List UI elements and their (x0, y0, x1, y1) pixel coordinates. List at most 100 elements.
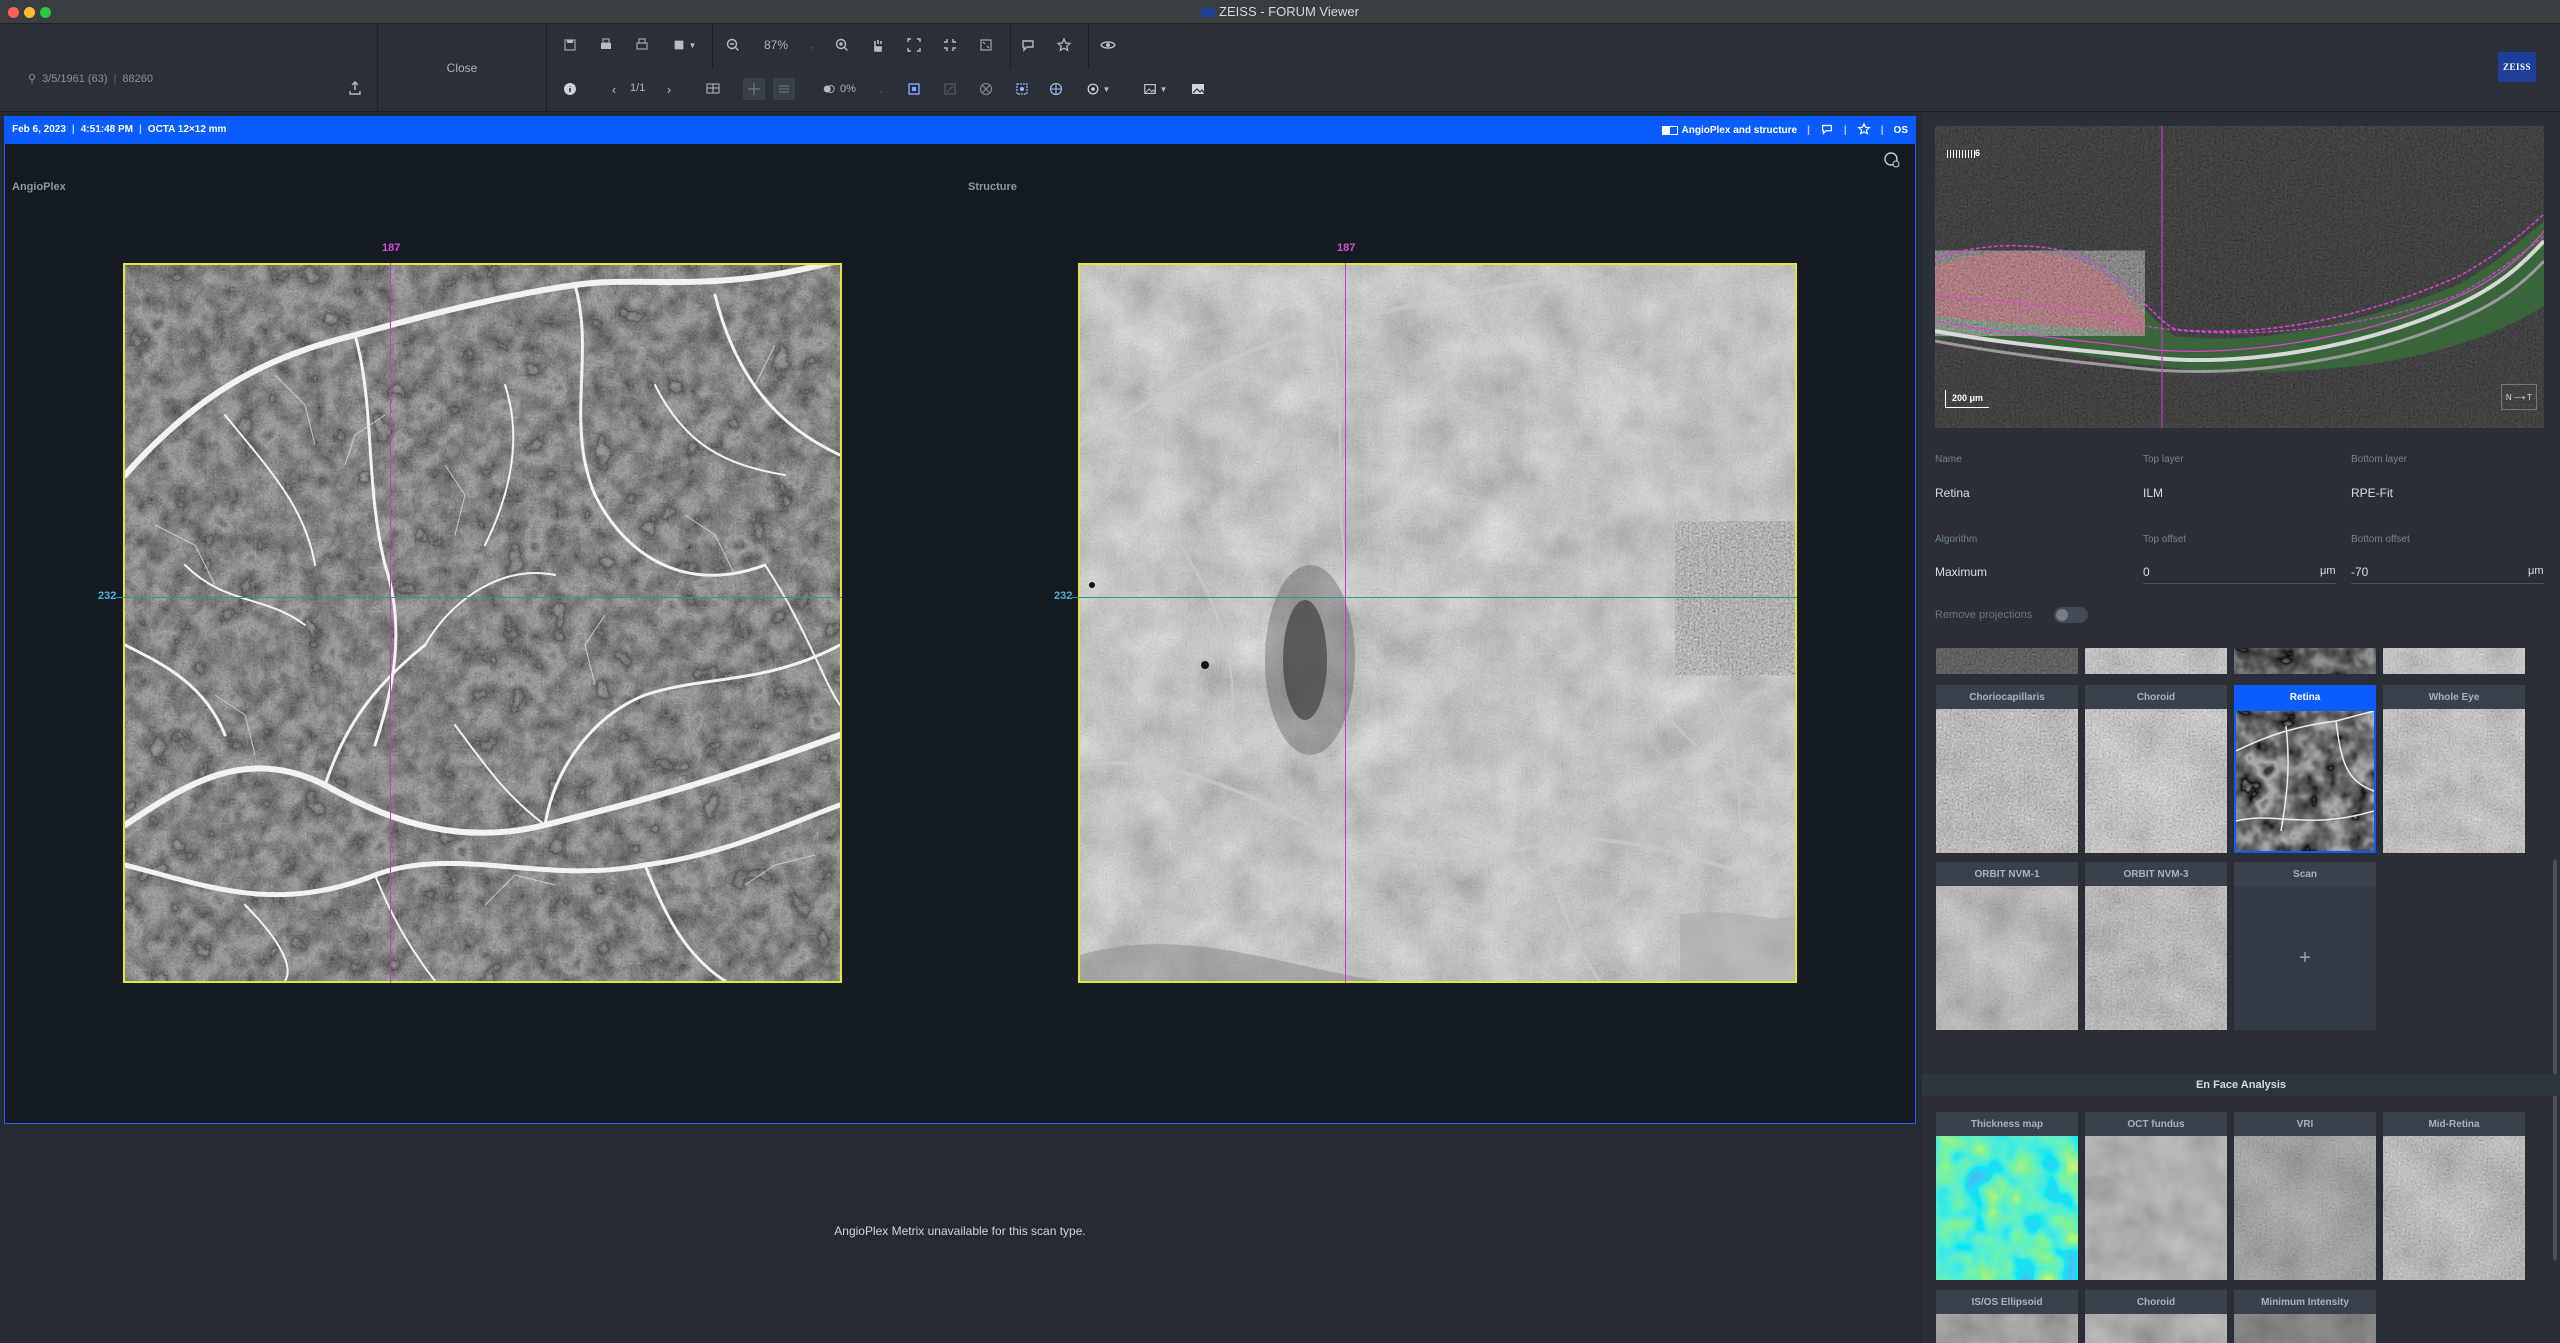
slab-thumbnail-partial[interactable] (1936, 648, 2078, 674)
image-export-icon[interactable] (1187, 78, 1209, 100)
arrow-right-icon: ⟶ (2513, 392, 2526, 402)
comment-icon[interactable] (1820, 122, 1834, 139)
top-offset-input[interactable]: 0 (2143, 565, 2150, 579)
enface-tile-oct-fundus[interactable]: OCT fundus (2085, 1112, 2227, 1280)
export-icon[interactable] (344, 77, 366, 99)
fovea-target-icon[interactable] (975, 78, 997, 100)
top-offset-unit: μm (2320, 565, 2336, 577)
slab-thumbnail-partial[interactable] (2234, 648, 2376, 674)
layout-label[interactable]: AngioPlex and structure (1682, 125, 1798, 136)
top-layer-select[interactable]: ILM (2143, 486, 2163, 500)
page-indicator: 1/1 (630, 82, 646, 94)
info-icon[interactable] (559, 78, 581, 100)
layout-grid-icon[interactable] (702, 78, 724, 100)
slab-tile-label: Whole Eye (2383, 685, 2525, 709)
remove-projections-toggle[interactable] (2054, 607, 2088, 623)
enface-tile-minimum-intensity[interactable]: Minimum Intensity (2234, 1290, 2376, 1343)
grid-overlay-icon[interactable] (1045, 78, 1067, 100)
slab-tile-scan[interactable]: Scan + (2234, 862, 2376, 1030)
algorithm-select[interactable]: Maximum (1935, 565, 1987, 579)
enface-tile-label: Minimum Intensity (2234, 1290, 2376, 1314)
print-preview-icon[interactable] (631, 34, 653, 56)
angioplex-vasculature (125, 265, 840, 981)
zoom-level[interactable]: 87% (760, 38, 792, 52)
structure-image[interactable] (1078, 263, 1797, 983)
slab-tile-label: Choroid (2085, 685, 2227, 709)
bscan-viewer[interactable]: 6 200 μm N ⟶ T (1935, 126, 2544, 428)
fit-to-window-icon[interactable] (903, 34, 925, 56)
region-select-icon[interactable] (1011, 78, 1033, 100)
right-panel-scrollbar[interactable] (2553, 860, 2557, 1260)
slab-tile-retina[interactable]: Retina (2234, 685, 2376, 853)
bottom-layer-field-label: Bottom layer (2351, 454, 2408, 465)
image-settings-dropdown[interactable]: ▼ (1138, 78, 1172, 100)
edit-segmentation-icon[interactable] (939, 78, 961, 100)
horizontal-crosshair[interactable] (1072, 597, 1797, 598)
vertical-crosshair[interactable] (390, 263, 391, 983)
x-coordinate-label: 187 (382, 242, 401, 254)
separator: | (138, 124, 142, 135)
actual-size-icon[interactable] (939, 34, 961, 56)
horizontal-crosshair[interactable] (116, 597, 842, 598)
next-page-icon[interactable]: › (658, 78, 680, 100)
slab-thumbnail-partial[interactable] (2383, 648, 2525, 674)
enface-tile-choroid[interactable]: Choroid (2085, 1290, 2227, 1343)
crosshair-tool-icon[interactable] (743, 78, 765, 100)
slab-tile-label: ORBIT NVM-3 (2085, 862, 2227, 886)
slab-tile-orbit-nvm-1[interactable]: ORBIT NVM-1 (1936, 862, 2078, 1030)
slab-tile-label: Retina (2234, 685, 2376, 709)
view-settings-icon[interactable] (1882, 150, 1902, 170)
bscan-slice-indicator: 6 (1947, 148, 1981, 158)
previous-page-icon[interactable]: ‹ (603, 78, 625, 100)
barcode-icon (1947, 149, 1975, 158)
fullscreen-icon[interactable] (975, 34, 997, 56)
etdrs-grid-dropdown[interactable]: ▼ (1080, 78, 1116, 100)
save-as-dropdown[interactable]: ▼ (667, 34, 701, 56)
enface-tile-is-os-ellipsoid[interactable]: IS/OS Ellipsoid (1936, 1290, 2078, 1343)
comment-icon[interactable] (1017, 34, 1039, 56)
slab-tile-orbit-nvm-3[interactable]: ORBIT NVM-3 (2085, 862, 2227, 1030)
bottom-layer-select[interactable]: RPE-Fit (2351, 486, 2393, 500)
zoom-in-icon[interactable] (831, 34, 853, 56)
bscan-scale-bar: 200 μm (1945, 390, 1989, 408)
patient-info: ⚲ 3/5/1961 (63) | 88260 (28, 72, 153, 86)
slab-tile-whole-eye[interactable]: Whole Eye (2383, 685, 2525, 853)
name-field-value[interactable]: Retina (1935, 486, 1970, 500)
name-field-label: Name (1935, 454, 1962, 465)
vertical-crosshair[interactable] (1345, 263, 1346, 983)
enface-tile-label: IS/OS Ellipsoid (1936, 1290, 2078, 1314)
enface-tile-label: Mid-Retina (2383, 1112, 2525, 1136)
enface-tile-mid-retina[interactable]: Mid-Retina (2383, 1112, 2525, 1280)
pan-hand-icon[interactable] (867, 34, 889, 56)
print-icon[interactable] (595, 34, 617, 56)
overlay-icon[interactable] (903, 78, 925, 100)
measure-tool-icon[interactable] (773, 78, 795, 100)
save-icon[interactable] (559, 34, 581, 56)
angioplex-image[interactable] (123, 263, 842, 983)
close-button[interactable]: Close (378, 24, 546, 112)
transparency-separator: , (880, 84, 883, 95)
separator: | (1880, 125, 1884, 136)
window-title-text: ZEISS - FORUM Viewer (1219, 4, 1359, 19)
favorite-star-icon[interactable] (1857, 122, 1871, 139)
enface-tile-label: VRI (2234, 1112, 2376, 1136)
patient-id: 88260 (122, 72, 153, 85)
orientation-nasal: N (2505, 392, 2512, 402)
zoom-out-icon[interactable] (722, 34, 744, 56)
y-coordinate-label: 232 (1054, 590, 1073, 602)
metrix-unavailable-message: AngioPlex Metrix unavailable for this sc… (834, 1224, 1086, 1238)
visibility-eye-icon[interactable] (1097, 34, 1119, 56)
slab-tile-choroid[interactable]: Choroid (2085, 685, 2227, 853)
favorite-star-icon[interactable] (1053, 34, 1075, 56)
transparency-control[interactable]: 0% (818, 78, 860, 100)
enface-tile-vri[interactable]: VRI (2234, 1112, 2376, 1280)
algorithm-field-label: Algorithm (1935, 534, 1978, 545)
separator: | (71, 124, 75, 135)
add-slab-icon[interactable]: + (2234, 886, 2376, 1030)
slab-tile-choriocapillaris[interactable]: Choriocapillaris (1936, 685, 2078, 853)
top-offset-field-label: Top offset (2143, 534, 2187, 545)
enface-tile-thickness-map[interactable]: Thickness map (1936, 1112, 2078, 1280)
slab-thumbnail-partial[interactable] (2085, 648, 2227, 674)
bscan-slice-number: 6 (1975, 148, 1981, 158)
bottom-offset-input[interactable]: -70 (2351, 565, 2368, 579)
